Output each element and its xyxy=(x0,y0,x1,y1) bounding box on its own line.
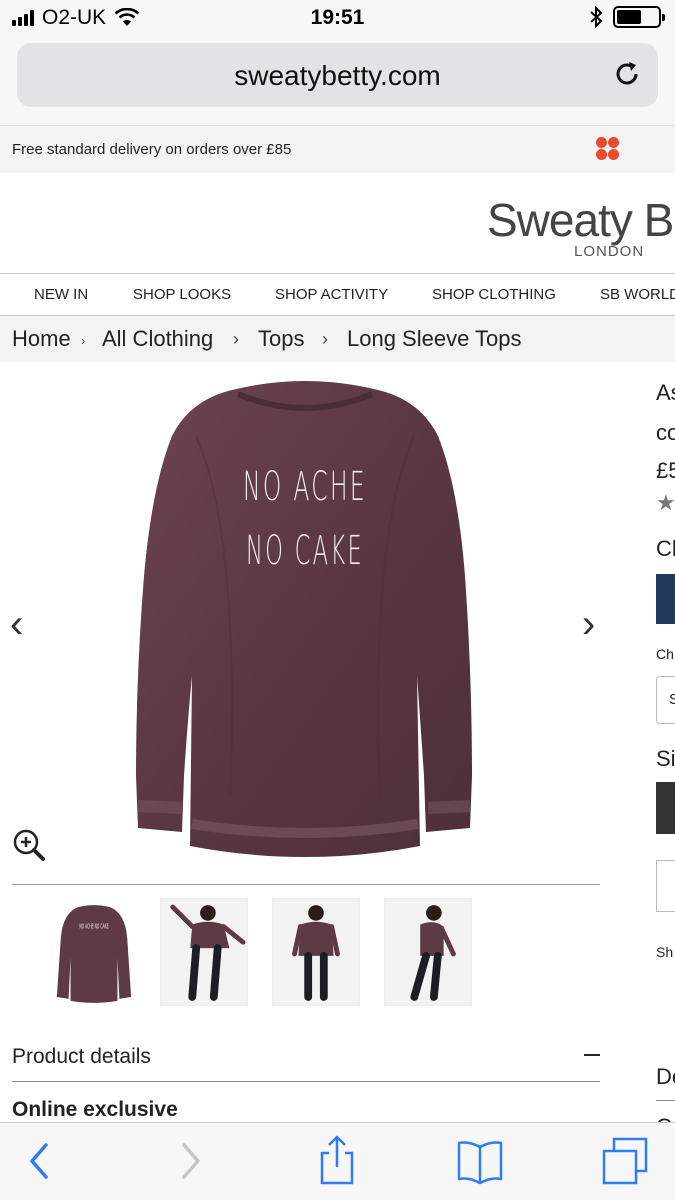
product-details-toggle[interactable]: Product details xyxy=(12,1045,151,1069)
gallery-divider xyxy=(12,884,600,885)
reload-icon[interactable] xyxy=(610,57,644,91)
main-nav: NEW IN SHOP LOOKS SHOP ACTIVITY SHOP CLO… xyxy=(0,273,675,316)
promo-logo-icon xyxy=(596,137,620,161)
tabs-icon[interactable] xyxy=(600,1135,650,1187)
thumb-print: NO ACHE NO CAKE xyxy=(79,923,108,931)
nav-shop-clothing[interactable]: SHOP CLOTHING xyxy=(432,286,556,303)
size-option[interactable] xyxy=(656,860,675,912)
nav-new-in[interactable]: NEW IN xyxy=(34,286,88,303)
product-title-fragment-1: As xyxy=(656,380,675,405)
shipping-fragment: Sh xyxy=(656,944,674,960)
nav-shop-activity[interactable]: SHOP ACTIVITY xyxy=(275,286,388,303)
breadcrumb-separator: › xyxy=(233,329,239,349)
url-text: sweatybetty.com xyxy=(234,60,441,91)
site-header: Sweaty Be LONDON xyxy=(0,173,675,273)
breadcrumb-tops[interactable]: Tops xyxy=(258,326,304,352)
address-bar[interactable]: sweatybetty.com xyxy=(17,43,658,107)
promo-banner: Free standard delivery on orders over £8… xyxy=(0,125,675,173)
colour-label: Cl xyxy=(656,536,675,561)
thumbnail-2[interactable] xyxy=(160,898,248,1006)
nav-sb-world[interactable]: SB WORLD xyxy=(600,286,675,303)
browser-chrome: sweatybetty.com xyxy=(0,40,675,125)
share-icon[interactable] xyxy=(312,1135,362,1187)
colour-swatch-selected[interactable] xyxy=(656,574,675,624)
size-label: Si xyxy=(656,746,675,771)
status-bar: O2-UK 19:51 xyxy=(0,0,675,40)
delivery-fragment[interactable]: De xyxy=(656,1064,675,1090)
print-line-2: NO CAKE xyxy=(246,528,364,574)
forward-icon[interactable] xyxy=(166,1135,216,1187)
price: £5 xyxy=(656,458,675,483)
right-divider xyxy=(656,1100,675,1101)
thumbnail-1[interactable]: NO ACHE NO CAKE xyxy=(50,898,138,1006)
nav-shop-looks[interactable]: SHOP LOOKS xyxy=(133,286,231,303)
size-option-selected[interactable] xyxy=(656,782,675,834)
breadcrumb-long-sleeve-tops[interactable]: Long Sleeve Tops xyxy=(347,326,522,352)
brand-logo[interactable]: Sweaty Be xyxy=(487,193,675,247)
bluetooth-icon xyxy=(590,6,603,28)
thumbnail-3[interactable] xyxy=(272,898,360,1006)
breadcrumb: Home › All Clothing › Tops › Long Sleeve… xyxy=(0,316,675,362)
product-title-fragment-2: co xyxy=(656,420,675,445)
promo-text[interactable]: Free standard delivery on orders over £8… xyxy=(12,141,291,158)
product-area: NO ACHE NO CAKE ‹ › NO ACHE NO CAKE Prod… xyxy=(0,362,675,1139)
breadcrumb-home[interactable]: Home xyxy=(12,326,71,352)
colour-select[interactable]: S xyxy=(656,676,675,724)
screen: O2-UK 19:51 sweatybetty.com Free standar… xyxy=(0,0,675,1200)
bookmarks-icon[interactable] xyxy=(455,1135,505,1187)
breadcrumb-all-clothing[interactable]: All Clothing xyxy=(102,326,213,352)
rating-star-icon[interactable]: ★ xyxy=(656,490,675,516)
breadcrumb-separator: › xyxy=(81,333,86,348)
prev-image-arrow[interactable]: ‹ xyxy=(10,602,23,647)
status-right xyxy=(589,6,665,28)
details-divider xyxy=(12,1081,600,1082)
back-icon[interactable] xyxy=(14,1135,64,1187)
collapse-icon[interactable] xyxy=(584,1054,600,1056)
zoom-icon[interactable] xyxy=(12,828,46,862)
brand-sub: LONDON xyxy=(574,243,645,260)
product-image[interactable]: NO ACHE NO CAKE xyxy=(120,376,490,866)
next-image-arrow[interactable]: › xyxy=(582,602,595,647)
clock: 19:51 xyxy=(310,6,365,29)
print-line-1: NO ACHE xyxy=(243,464,367,510)
online-exclusive-label: Online exclusive xyxy=(12,1098,178,1121)
browser-toolbar xyxy=(0,1122,675,1200)
breadcrumb-separator: › xyxy=(322,329,328,349)
thumbnail-4[interactable] xyxy=(384,898,472,1006)
colour-sub-label: Ch xyxy=(656,646,674,662)
battery-icon xyxy=(613,6,665,28)
